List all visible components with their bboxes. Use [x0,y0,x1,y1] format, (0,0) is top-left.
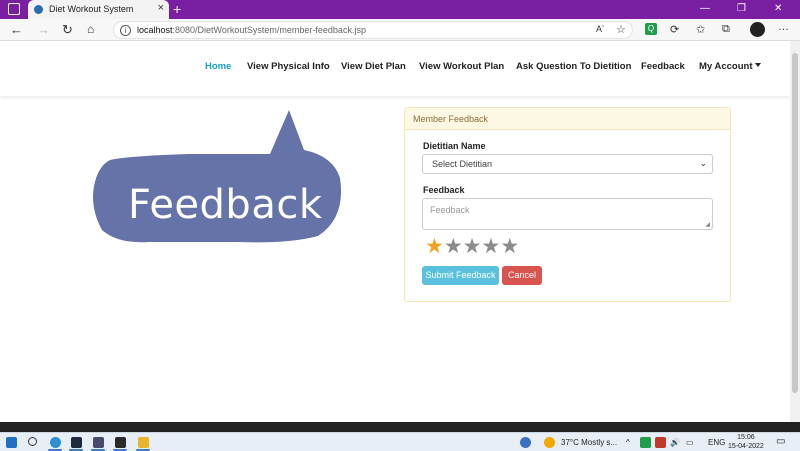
forward-icon[interactable]: → [37,22,50,37]
feedback-placeholder: Feedback [430,205,470,215]
search-icon[interactable] [28,437,37,446]
speaker-icon[interactable]: 🔊 [670,438,680,447]
tab-close-icon[interactable]: × [158,2,164,14]
minimize-button[interactable]: — [700,3,710,14]
dietitian-select-value: Select Dietitian [432,159,493,169]
home-icon[interactable]: ⌂ [87,22,94,36]
url-input[interactable]: i localhost:8080/DietWorkoutSystem/membe… [113,21,633,39]
clock-time: 15:06 [737,434,755,441]
collections-icon[interactable]: ⧉ [722,23,730,36]
nav-view-physical-info[interactable]: View Physical Info [247,61,330,72]
rating-star-icon[interactable]: ★ [425,236,444,258]
windows-start-icon[interactable] [6,437,17,448]
rating-star-icon[interactable]: ★ [500,236,519,258]
help-icon[interactable] [520,437,531,448]
tray-app-icon[interactable] [640,437,651,448]
page-footer-bar [0,422,800,432]
site-navbar: Home View Physical Info View Diet Plan V… [0,41,790,96]
tab-title: Diet Workout System [49,4,134,14]
scroll-thumb[interactable] [792,53,798,393]
site-favicon-icon [34,5,43,14]
refresh-icon[interactable]: ↻ [62,22,73,38]
resize-grip-icon[interactable]: ◢ [705,221,710,228]
nav-feedback[interactable]: Feedback [641,61,685,72]
language-indicator[interactable]: ENG [708,438,725,447]
nav-ask-question[interactable]: Ask Question To Dietition [516,61,631,72]
star-rating[interactable]: ★ ★ ★ ★ ★ [425,236,519,258]
app-icon[interactable] [93,437,104,448]
network-icon[interactable]: ▭ [686,438,694,447]
edge-browser-icon[interactable] [50,437,61,448]
panel-heading: Member Feedback [405,108,730,130]
extension-icon[interactable]: Q [645,23,657,35]
site-info-icon[interactable]: i [120,25,131,36]
browser-tab[interactable]: Diet Workout System × [28,0,169,19]
dietitian-name-label: Dietitian Name [423,141,486,151]
nav-view-diet-plan[interactable]: View Diet Plan [341,61,406,72]
feedback-textarea[interactable]: Feedback ◢ [422,198,713,230]
profile-avatar[interactable] [750,22,765,37]
weather-icon [544,437,555,448]
page-scrollbar[interactable] [790,41,800,422]
more-menu-icon[interactable]: … [778,21,789,33]
nav-home[interactable]: Home [205,61,231,72]
clock[interactable]: 15:06 15-04-2022 [728,433,764,451]
nav-view-workout-plan[interactable]: View Workout Plan [419,61,504,72]
url-text: localhost:8080/DietWorkoutSystem/member-… [137,25,366,35]
file-explorer-icon[interactable] [138,437,149,448]
new-tab-button[interactable]: + [173,1,181,17]
address-bar: ← → ↻ ⌂ i localhost:8080/DietWorkoutSyst… [0,19,800,41]
favorite-star-icon[interactable]: ☆ [616,23,626,36]
browser-tab-strip: Diet Workout System × + — ❐ ✕ [0,0,800,19]
tab-actions-icon[interactable] [8,3,20,15]
chevron-down-icon: ⌄ [699,158,707,168]
feedback-label: Feedback [423,185,465,195]
rating-star-icon[interactable]: ★ [463,236,482,258]
extensions-icon[interactable]: ⟳ [670,23,679,36]
favorites-icon[interactable]: ✩ [696,23,705,36]
nav-my-account[interactable]: My Account [699,61,762,72]
terminal-icon[interactable] [71,437,82,448]
submit-feedback-button[interactable]: Submit Feedback [422,266,499,285]
weather-text[interactable]: 37°C Mostly s... [561,438,617,447]
feedback-image-text: Feedback [128,182,323,228]
dietitian-select[interactable]: Select Dietitian ⌄ [422,154,713,174]
read-aloud-icon[interactable]: Aʼ [596,24,604,34]
restore-button[interactable]: ❐ [737,3,746,14]
rating-star-icon[interactable]: ★ [481,236,500,258]
clock-date: 15-04-2022 [728,443,764,450]
taskbar: 37°C Mostly s... ^ 🔊 ▭ ENG 15:06 15-04-2… [0,432,800,451]
member-feedback-panel: Member Feedback Dietitian Name Select Di… [404,107,731,302]
close-window-button[interactable]: ✕ [774,3,782,14]
tray-app-icon[interactable] [655,437,666,448]
back-icon[interactable]: ← [10,22,23,37]
caret-down-icon [755,63,762,67]
tray-chevron-icon[interactable]: ^ [626,438,630,447]
notifications-icon[interactable]: ▭ [776,436,785,447]
rating-star-icon[interactable]: ★ [444,236,463,258]
console-icon[interactable] [115,437,126,448]
cancel-button[interactable]: Cancel [502,266,542,285]
